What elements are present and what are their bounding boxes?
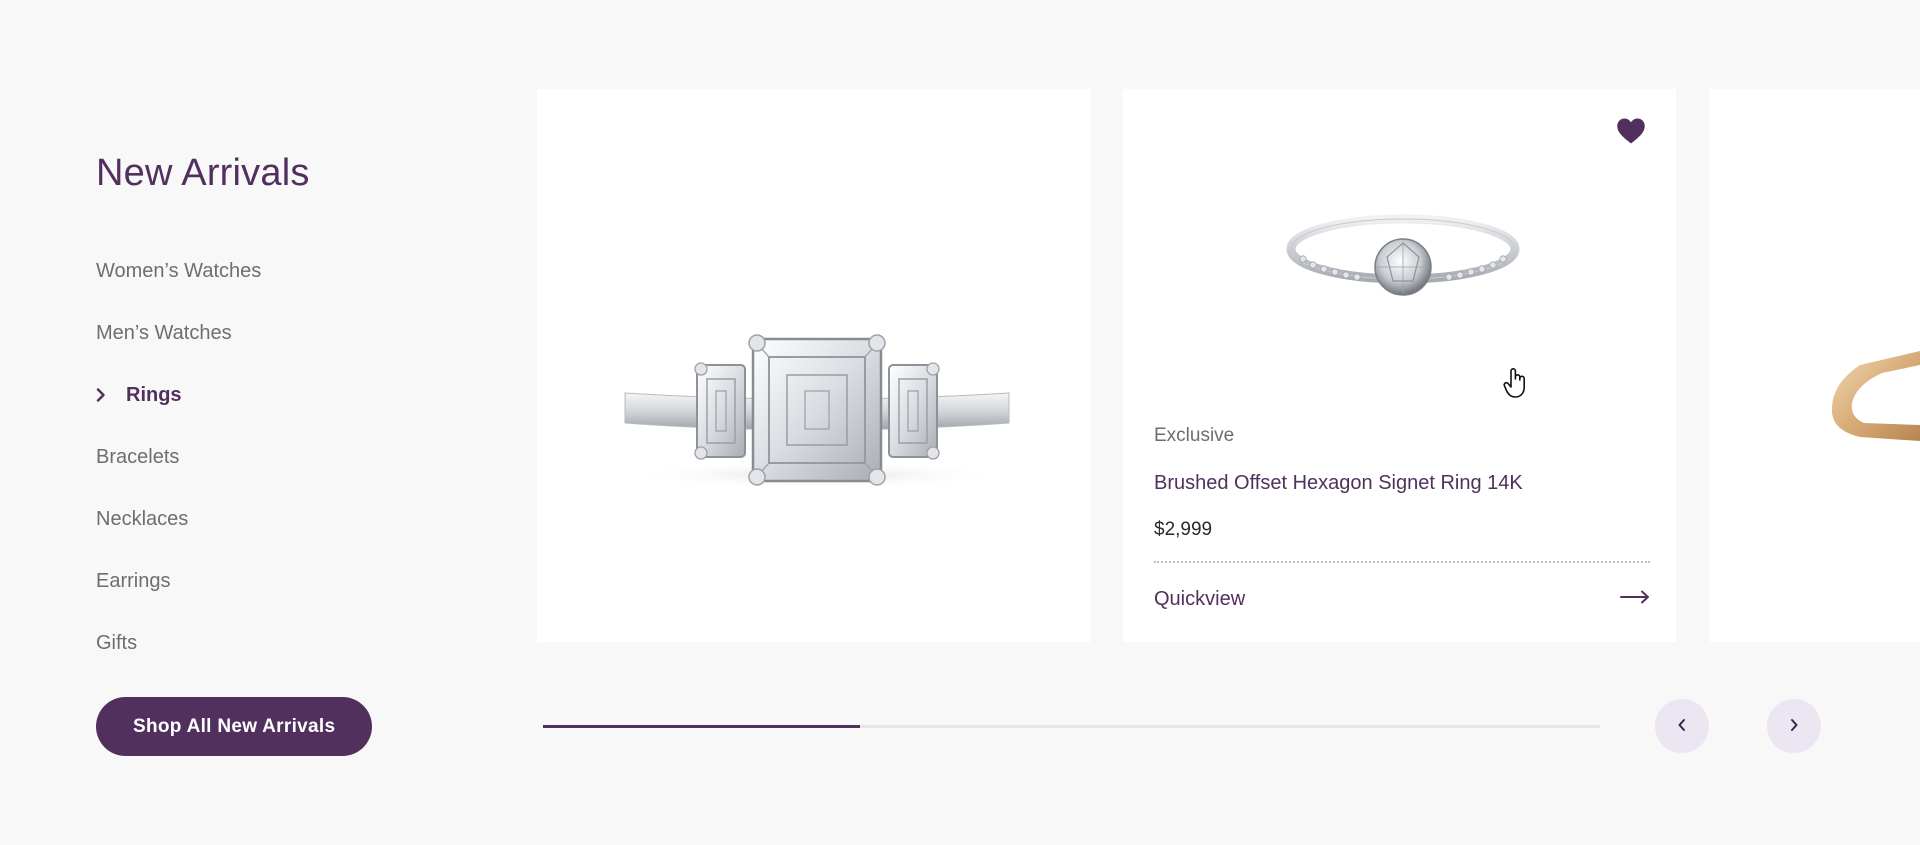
carousel-progress	[543, 725, 1600, 728]
chevron-right-icon	[1789, 718, 1799, 735]
shop-all-new-arrivals-button[interactable]: Shop All New Arrivals	[96, 697, 373, 756]
chevron-left-icon	[1677, 718, 1687, 735]
product-card[interactable]: Exclusive Brushed Offset Hexagon Signet …	[1123, 89, 1676, 642]
solitaire-ring-image	[1286, 214, 1520, 296]
carousel-prev-button[interactable]	[1655, 699, 1709, 753]
quickview-label: Quickview	[1154, 587, 1246, 610]
category-item-mens-watches[interactable]: Men’s Watches	[96, 302, 261, 364]
product-card[interactable]	[1710, 89, 1920, 642]
category-label: Women’s Watches	[96, 259, 262, 282]
category-item-rings[interactable]: Rings	[96, 364, 261, 426]
product-tag: Exclusive	[1154, 425, 1235, 446]
gold-band-ring-image	[1831, 351, 1920, 441]
carousel-next-button[interactable]	[1767, 699, 1821, 753]
category-label: Necklaces	[96, 507, 189, 530]
category-item-gifts[interactable]: Gifts	[96, 612, 261, 674]
category-list: Women’s Watches Men’s Watches Rings Brac…	[96, 240, 261, 674]
heart-icon[interactable]	[1616, 117, 1646, 145]
category-item-earrings[interactable]: Earrings	[96, 550, 261, 612]
chevron-right-icon	[96, 388, 110, 402]
category-label: Earrings	[96, 569, 171, 592]
category-sidebar: New Arrivals Women’s Watches Men’s Watch…	[96, 0, 496, 845]
carousel-progress-fill	[543, 725, 861, 728]
product-card[interactable]	[537, 89, 1090, 642]
category-label: Men’s Watches	[96, 321, 232, 344]
hand-pointer-icon	[1503, 367, 1529, 404]
category-item-necklaces[interactable]: Necklaces	[96, 488, 261, 550]
category-item-womens-watches[interactable]: Women’s Watches	[96, 240, 261, 302]
category-label: Bracelets	[96, 445, 180, 468]
quickview-link[interactable]: Quickview	[1154, 579, 1650, 619]
product-name[interactable]: Brushed Offset Hexagon Signet Ring 14K	[1154, 472, 1523, 495]
page-title: New Arrivals	[96, 152, 310, 194]
category-label: Rings	[126, 383, 182, 406]
product-price: $2,999	[1154, 519, 1213, 540]
emerald-cut-ring-image	[624, 334, 1010, 489]
dotted-divider	[1154, 561, 1650, 563]
category-label: Gifts	[96, 631, 138, 654]
category-item-bracelets[interactable]: Bracelets	[96, 426, 261, 488]
arrow-right-icon	[1620, 590, 1650, 609]
